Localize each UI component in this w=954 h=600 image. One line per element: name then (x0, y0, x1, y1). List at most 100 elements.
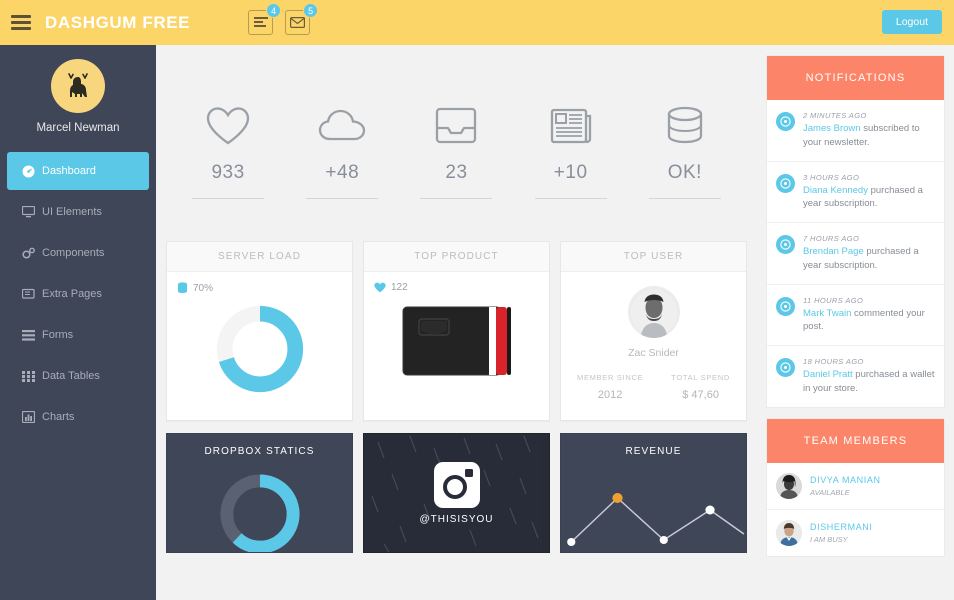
card-top-product: Top Product 122 (363, 241, 550, 421)
clock-icon (776, 235, 795, 255)
server-load-value: 70% (193, 282, 214, 294)
member-since-label: Member Since (577, 373, 644, 382)
dashboard-page: DASHGUM FREE 4 5 Logout Marcel Newman Da… (0, 0, 954, 600)
database-icon (645, 100, 725, 152)
card-server-load: Server Load 70% (166, 241, 353, 421)
divider (648, 198, 721, 199)
team-member-item[interactable]: Divya Manian Available (767, 463, 944, 510)
team-member-name: Dishermani (810, 521, 873, 532)
stat-news[interactable]: +10 (531, 100, 611, 199)
grid-icon (22, 370, 42, 382)
dashboard-icon (22, 165, 42, 178)
sidebar-item-forms[interactable]: Forms (7, 316, 149, 354)
messages-badge: 5 (303, 3, 319, 18)
team-members-title: Team Members (767, 418, 944, 463)
top-user-meta: Member Since 2012 Total Spend $ 47,60 (571, 373, 736, 401)
total-spend-block: Total Spend $ 47,60 (671, 373, 730, 401)
team-member-item[interactable]: Dishermani I am busy (767, 510, 944, 556)
notification-time: 11 hours ago (803, 295, 864, 305)
notification-item[interactable]: 7 hours ago Brendan Page purchased a yea… (767, 223, 944, 285)
stat-database[interactable]: OK! (645, 100, 725, 199)
right-panel: Notifications 2 minutes ago James Brown … (757, 45, 954, 600)
notification-who[interactable]: Diana Kennedy (803, 185, 868, 196)
sidebar-item-dashboard[interactable]: Dashboard (7, 152, 149, 190)
sidebar-item-components[interactable]: Components (7, 234, 149, 272)
deer-avatar-icon (51, 59, 105, 113)
tasks-icon-wrap[interactable]: 4 (248, 3, 282, 35)
server-load-metric: 70% (177, 282, 342, 294)
stat-cloud[interactable]: +48 (302, 100, 382, 199)
dropbox-donut (167, 468, 352, 552)
card-title: Top Product (364, 242, 549, 272)
notification-time: 7 hours ago (803, 234, 860, 244)
divider (192, 198, 265, 199)
avatar (776, 472, 802, 499)
sidebar-item-label: Components (42, 247, 105, 259)
team-member-status: I am busy (810, 534, 848, 544)
card-title: Server Load (167, 242, 352, 272)
sidebar-item-label: Charts (42, 411, 75, 423)
server-load-donut (177, 300, 342, 398)
card-top-user: Top User Zac Snider (560, 241, 747, 421)
divider (306, 198, 379, 199)
revenue-line-chart (567, 493, 745, 546)
notification-item[interactable]: 18 hours ago Daniel Pratt purchased a wa… (767, 346, 944, 407)
clock-icon (776, 296, 795, 316)
card-title: Dropbox Statics (204, 445, 315, 457)
notification-who[interactable]: Mark Twain (803, 308, 851, 319)
hamburger-icon[interactable] (11, 15, 31, 30)
notification-who[interactable]: Daniel Pratt (803, 369, 853, 380)
sidebar-nav: Dashboard UI Elements Components Extra P… (0, 152, 156, 436)
notification-body: 3 hours ago Diana Kennedy purchased a ye… (803, 173, 935, 212)
instagram-handle: @THISISYOU (419, 513, 494, 525)
stat-likes[interactable]: 933 (188, 100, 268, 199)
notification-text: James Brown subscribed to your newslette… (803, 122, 935, 150)
logout-button[interactable]: Logout (881, 10, 942, 34)
sidebar: Marcel Newman Dashboard UI Elements Comp… (0, 45, 156, 600)
sidebar-item-data-tables[interactable]: Data Tables (7, 357, 149, 395)
divider (420, 198, 493, 199)
product-likes-value: 122 (391, 282, 408, 293)
notification-time: 18 hours ago (803, 357, 864, 367)
card-instagram[interactable]: @THISISYOU (363, 433, 550, 553)
stat-inbox[interactable]: 23 (416, 100, 496, 199)
cards-row: Server Load 70% Top Product (156, 241, 757, 421)
header-icon-group: 4 5 (248, 3, 319, 35)
member-since-value: 2012 (597, 389, 623, 401)
sidebar-profile[interactable]: Marcel Newman (0, 45, 156, 134)
cloud-icon (302, 100, 382, 152)
card-body: 122 (364, 272, 549, 420)
profile-name: Marcel Newman (36, 122, 120, 134)
main-content: 933 +48 23 +10 OK! SERVER LOAD 70% TOP P… (156, 45, 757, 600)
clock-icon (776, 112, 795, 131)
avatar (776, 519, 802, 546)
sidebar-item-label: UI Elements (42, 206, 102, 218)
notifications-title: Notifications (767, 56, 944, 100)
sidebar-item-ui-elements[interactable]: UI Elements (7, 193, 149, 231)
instagram-icon (433, 461, 480, 508)
team-members-panel: Team Members Divya Manian Available Dish… (766, 417, 945, 557)
notification-body: 2 minutes ago James Brown subscribed to … (803, 111, 935, 150)
notification-time: 2 minutes ago (803, 111, 867, 120)
card-body: 70% (167, 272, 352, 420)
top-user-name: Zac Snider (628, 347, 679, 359)
divider (534, 198, 607, 199)
notification-item[interactable]: 2 minutes ago James Brown subscribed to … (767, 100, 944, 162)
inbox-icon (416, 100, 496, 152)
sidebar-item-extra-pages[interactable]: Extra Pages (7, 275, 149, 313)
team-member-info: Divya Manian Available (810, 475, 881, 497)
stat-value: OK! (667, 162, 702, 183)
team-member-status: Available (810, 487, 850, 497)
messages-icon-wrap[interactable]: 5 (285, 3, 319, 35)
notification-who[interactable]: Brendan Page (803, 246, 864, 257)
notification-body: 11 hours ago Mark Twain commented your p… (803, 296, 935, 335)
notification-who[interactable]: James Brown (803, 123, 861, 134)
sidebar-item-charts[interactable]: Charts (7, 398, 149, 436)
clock-icon (776, 358, 795, 378)
notification-item[interactable]: 3 hours ago Diana Kennedy purchased a ye… (767, 162, 944, 224)
top-header: DASHGUM FREE 4 5 Logout (0, 0, 954, 45)
team-member-info: Dishermani I am busy (810, 522, 873, 544)
notification-item[interactable]: 11 hours ago Mark Twain commented your p… (767, 285, 944, 347)
stat-value: 933 (211, 162, 245, 183)
card-title: Top User (561, 242, 746, 272)
